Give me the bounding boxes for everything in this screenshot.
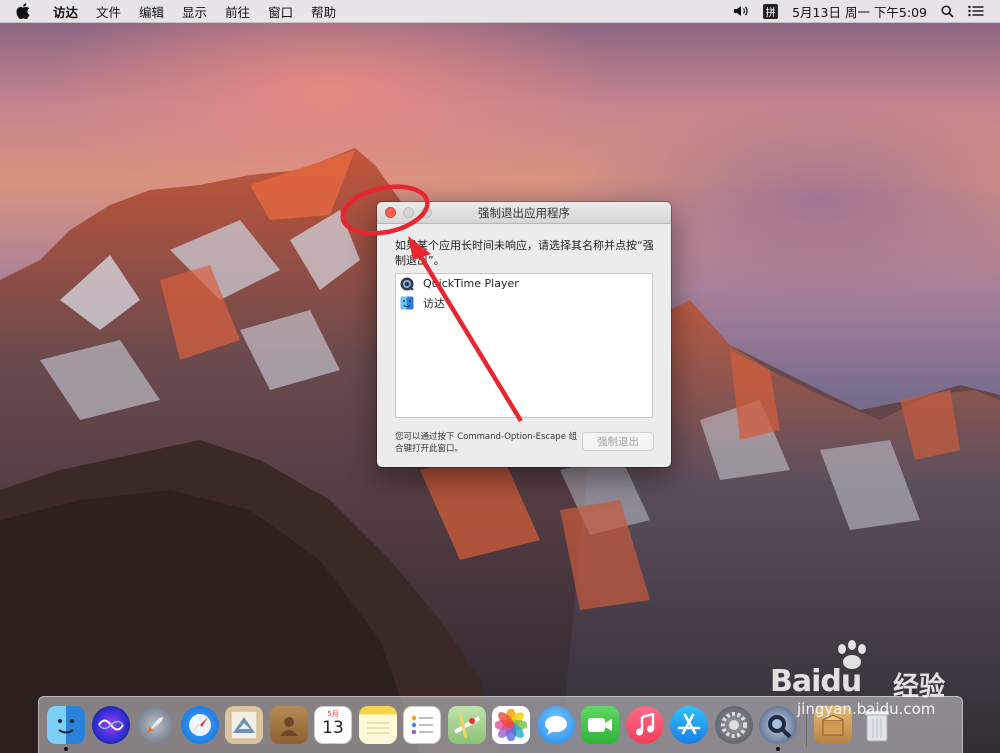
shortcut-hint: 您可以通过按下 Command-Option-Escape 组合键打开此窗口。	[395, 432, 578, 454]
app-list-item-finder[interactable]: 访达	[396, 293, 652, 312]
force-quit-prompt: 如果某个应用长时间未响应，请选择其名称并点按“强制退出”。	[395, 239, 654, 267]
watermark-url: jingyan.baidu.com	[797, 700, 936, 718]
app-name: QuickTime Player	[423, 277, 519, 290]
volume-icon[interactable]	[733, 5, 749, 17]
app-name: 访达	[423, 296, 445, 310]
contacts-icon[interactable]	[269, 706, 308, 744]
window-titlebar[interactable]: 强制退出应用程序	[377, 202, 671, 224]
force-quit-button[interactable]: 强制退出	[582, 432, 654, 451]
app-list-item-quicktime[interactable]: QuickTime Player	[396, 274, 652, 293]
traffic-lights	[385, 207, 432, 218]
menu-app-name[interactable]: 访达	[44, 2, 87, 21]
finder-icon	[400, 296, 414, 310]
menu-file[interactable]: 文件	[87, 2, 130, 21]
zoom-window-button[interactable]	[421, 207, 432, 218]
photos-icon[interactable]	[492, 706, 530, 744]
menu-go[interactable]: 前往	[216, 2, 259, 21]
running-indicator	[64, 747, 68, 751]
baidu-watermark: Baidu 经验 jingyan.baidu.com	[770, 640, 985, 720]
itunes-icon[interactable]	[625, 706, 664, 744]
facetime-icon[interactable]	[581, 706, 619, 744]
menubar-datetime[interactable]: 5月13日 周一 下午5:09	[792, 2, 927, 21]
app-store-icon[interactable]	[670, 706, 708, 744]
force-quit-window: 强制退出应用程序 如果某个应用长时间未响应，请选择其名称并点按“强制退出”。 Q…	[377, 202, 671, 467]
menu-bar: 访达 文件 编辑 显示 前往 窗口 帮助 拼 5月13日 周一 下午5:09	[0, 0, 1000, 23]
input-method-icon[interactable]: 拼	[763, 3, 779, 19]
close-window-button[interactable]	[385, 207, 396, 218]
watermark-brand: Baidu	[770, 664, 862, 699]
calendar-day: 13	[322, 718, 344, 738]
menu-window[interactable]: 窗口	[259, 2, 302, 21]
notification-center-icon[interactable]	[968, 5, 984, 17]
quicktime-icon	[400, 277, 414, 291]
calendar-icon[interactable]: 5月 13	[314, 706, 352, 744]
maps-icon[interactable]	[447, 706, 486, 744]
reminders-icon[interactable]	[403, 706, 441, 744]
launchpad-icon[interactable]	[136, 706, 174, 744]
apple-menu-icon[interactable]	[16, 3, 32, 19]
messages-icon[interactable]	[536, 706, 575, 744]
system-preferences-icon[interactable]	[714, 706, 753, 744]
finder-icon[interactable]	[47, 706, 85, 751]
minimize-window-button[interactable]	[403, 207, 414, 218]
window-title: 强制退出应用程序	[478, 205, 570, 220]
menu-edit[interactable]: 编辑	[130, 2, 173, 21]
menu-view[interactable]: 显示	[173, 2, 216, 21]
safari-icon[interactable]	[180, 706, 219, 744]
watermark-brand-cn: 经验	[893, 672, 946, 702]
mail-stamp-icon[interactable]	[225, 706, 263, 744]
app-list[interactable]: QuickTime Player 访达	[395, 273, 653, 418]
notes-icon[interactable]	[358, 706, 397, 744]
spotlight-search-icon[interactable]	[941, 4, 954, 18]
menu-help[interactable]: 帮助	[302, 2, 345, 21]
siri-icon[interactable]	[91, 706, 130, 744]
running-indicator	[776, 747, 780, 751]
menubar-status-area: 拼 5月13日 周一 下午5:09	[719, 0, 1000, 22]
